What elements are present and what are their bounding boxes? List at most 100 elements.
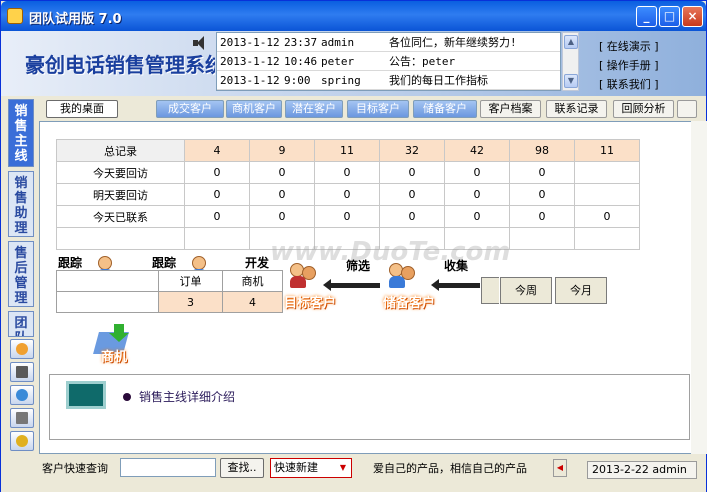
close-button[interactable]: × (682, 6, 703, 27)
sidebar-tab-team[interactable]: 团队 (8, 311, 34, 337)
chevron-down-icon[interactable]: ▼ (336, 460, 350, 476)
stat-cell[interactable]: 4 (184, 139, 250, 162)
tab-closed-customers[interactable]: 成交客户 (156, 100, 224, 118)
stat-cell[interactable]: 98 (509, 139, 575, 162)
stat-cell[interactable]: 9 (249, 139, 315, 162)
stat-cell[interactable]: 0 (379, 205, 445, 228)
notice-time: 23:37 (284, 36, 318, 49)
stat-cell[interactable]: 11 (574, 139, 640, 162)
table-cell (56, 291, 159, 313)
minimize-button[interactable]: _ (636, 6, 657, 27)
notice-row[interactable]: 2013-1-12 9:00 spring 我们的每日工作指标 (217, 71, 560, 90)
stat-cell[interactable]: 0 (249, 183, 315, 206)
stat-cell[interactable]: 0 (509, 183, 575, 206)
stat-cell[interactable]: 3 (158, 291, 223, 313)
globe-icon[interactable] (10, 385, 34, 405)
stat-cell[interactable]: 0 (184, 161, 250, 184)
stat-cell[interactable]: 0 (249, 205, 315, 228)
stat-cell[interactable] (574, 183, 640, 206)
mainline-description-link[interactable]: 销售主线详细介绍 (139, 388, 235, 405)
row-label: 今天要回访 (56, 161, 185, 184)
stat-cell[interactable]: 0 (314, 161, 380, 184)
tab-review-analysis[interactable]: 回顾分析 (613, 100, 674, 118)
reserve-customer-label[interactable]: 储备客户 (383, 292, 435, 311)
tab-opportunity-customers[interactable]: 商机客户 (226, 100, 282, 118)
stat-cell (574, 227, 640, 250)
tab-potential-customers[interactable]: 潜在客户 (285, 100, 343, 118)
orders-mini-table: 订单 商机 3 4 (56, 270, 283, 313)
slogan-text: 爱自己的产品，相信自己的产品 (373, 462, 527, 475)
stat-cell[interactable]: 0 (444, 183, 510, 206)
stat-cell[interactable]: 11 (314, 139, 380, 162)
prev-arrow-icon[interactable]: ◀ (553, 459, 567, 477)
main-scrollbar[interactable] (691, 121, 707, 454)
quick-search-label: 客户快速查询 (42, 462, 108, 475)
sidebar-tab-aftersales[interactable]: 售后管理 (8, 241, 34, 307)
user-icon[interactable] (10, 339, 34, 359)
online-demo-link[interactable]: [ 在线演示 ] (599, 37, 699, 56)
stat-cell[interactable]: 42 (444, 139, 510, 162)
stat-cell[interactable] (574, 161, 640, 184)
notice-user: peter (321, 55, 355, 68)
stat-cell[interactable]: 0 (314, 205, 380, 228)
quick-search-input[interactable] (120, 458, 216, 477)
notice-date: 2013-1-12 (220, 36, 280, 49)
presentation-board-icon (66, 381, 106, 409)
sidebar-tab-sales-mainline[interactable]: 销售主线 (8, 99, 34, 167)
flow-label-collect: 收集 (444, 259, 469, 273)
stat-cell[interactable]: 0 (444, 161, 510, 184)
row-label: 总记录 (56, 139, 185, 162)
notice-row[interactable]: 2013-1-12 10:46 peter 公告：peter (217, 52, 560, 71)
opportunity-label[interactable]: 商机 (101, 346, 127, 365)
bell-icon[interactable] (10, 431, 34, 451)
app-window: 团队试用版 7.0 _ □ × 豪创电话销售管理系统 2013-1-12 23:… (0, 0, 707, 492)
table-row: 3 4 (56, 291, 283, 313)
stat-cell[interactable]: 0 (444, 205, 510, 228)
stat-cell[interactable]: 0 (509, 205, 575, 228)
stat-cell (184, 227, 250, 250)
stat-cell[interactable]: 0 (249, 161, 315, 184)
stat-cell[interactable]: 0 (574, 205, 640, 228)
stat-cell (509, 227, 575, 250)
stat-cell[interactable]: 0 (314, 183, 380, 206)
sidebar-tab-sales-assistant[interactable]: 销售助理 (8, 171, 34, 237)
header-banner: 豪创电话销售管理系统 2013-1-12 23:37 admin 各位同仁，新年… (1, 31, 706, 96)
tab-contact-records[interactable]: 联系记录 (546, 100, 607, 118)
notice-message: 各位同仁，新年继续努力! (389, 36, 517, 49)
target-customer-label[interactable]: 目标客户 (284, 292, 336, 311)
speaker-icon[interactable] (193, 36, 211, 50)
this-week-button[interactable]: 今周 (500, 277, 552, 304)
this-month-button[interactable]: 今月 (555, 277, 607, 304)
tab-reserve-customers[interactable]: 储备客户 (413, 100, 477, 118)
stat-cell[interactable]: 4 (222, 291, 283, 313)
notice-message: 公告：peter (389, 55, 456, 68)
notice-scrollbar[interactable]: ▲ ▼ (562, 32, 579, 91)
arrow-left-icon (431, 279, 480, 291)
find-button[interactable]: 查找.. (220, 458, 264, 478)
quick-create-select[interactable]: 快速新建 ▼ (270, 458, 352, 478)
date-user-display: 2013-2-22 admin (587, 461, 697, 479)
stat-cell[interactable]: 0 (184, 183, 250, 206)
status-bar: 客户快速查询 查找.. 快速新建 ▼ 爱自己的产品，相信自己的产品 ◀ 2013… (1, 455, 706, 492)
tab-customer-files[interactable]: 客户档案 (480, 100, 541, 118)
tab-overflow[interactable] (677, 100, 697, 118)
contact-link[interactable]: [ 联系我们 ] (599, 75, 699, 94)
scroll-down-icon[interactable]: ▼ (564, 74, 578, 88)
calculator-icon[interactable] (10, 408, 34, 428)
quick-create-value: 快速新建 (274, 461, 318, 474)
stat-cell[interactable]: 0 (509, 161, 575, 184)
tab-target-customers[interactable]: 目标客户 (347, 100, 409, 118)
notice-time: 10:46 (284, 55, 318, 68)
stat-cell[interactable]: 0 (379, 161, 445, 184)
stat-cell[interactable]: 0 (184, 205, 250, 228)
tab-my-desktop[interactable]: 我的桌面 (46, 100, 118, 118)
notice-user: admin (321, 36, 355, 49)
maximize-button[interactable]: □ (659, 6, 680, 27)
manual-link[interactable]: [ 操作手册 ] (599, 56, 699, 75)
stat-cell[interactable]: 0 (379, 183, 445, 206)
scroll-up-icon[interactable]: ▲ (564, 35, 578, 49)
window-title: 团队试用版 7.0 (29, 12, 122, 27)
edit-icon[interactable] (10, 362, 34, 382)
stat-cell[interactable]: 32 (379, 139, 445, 162)
notice-row[interactable]: 2013-1-12 23:37 admin 各位同仁，新年继续努力! (217, 33, 560, 52)
